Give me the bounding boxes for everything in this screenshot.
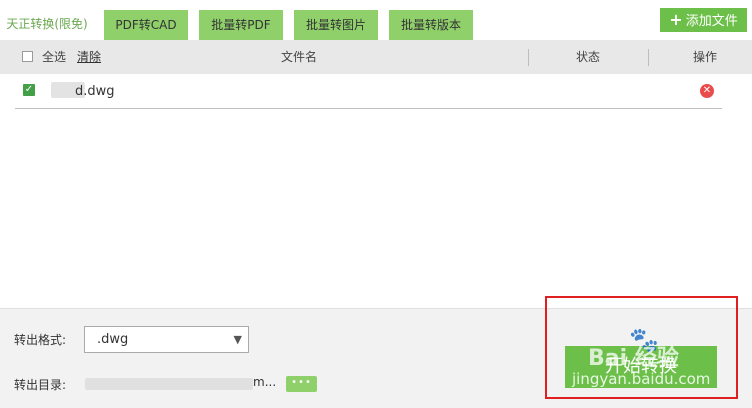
- tab-batch-image[interactable]: 批量转图片: [294, 10, 378, 40]
- add-file-label: 添加文件: [685, 14, 738, 29]
- column-divider: [528, 49, 529, 66]
- column-action: 操作: [693, 50, 718, 64]
- row-checkbox[interactable]: ✓: [23, 84, 35, 96]
- browse-directory-button[interactable]: •••: [286, 376, 317, 392]
- format-value: .dwg: [97, 332, 129, 347]
- clear-link[interactable]: 清除: [77, 40, 101, 74]
- chevron-down-icon: ▼: [233, 333, 242, 346]
- tab-bar: 天正转换(限免) PDF转CAD 批量转PDF 批量转图片 批量转版本 + 添加文…: [0, 0, 752, 40]
- dir-label: 转出目录:: [14, 378, 67, 392]
- column-status: 状态: [576, 50, 601, 64]
- row-filename: d.dwg: [75, 84, 115, 99]
- tab-batch-version[interactable]: 批量转版本: [389, 10, 473, 40]
- table-row: ✓ d.dwg: [15, 75, 722, 109]
- select-all-label: 全选: [42, 50, 67, 64]
- directory-value: m...: [253, 375, 277, 389]
- delete-row-icon[interactable]: ✕: [700, 84, 714, 98]
- highlight-box: [545, 296, 738, 399]
- tab-tianzheng[interactable]: 天正转换(限免): [0, 8, 94, 40]
- plus-icon: +: [669, 10, 683, 29]
- format-select[interactable]: .dwg ▼: [84, 326, 249, 353]
- blurred-directory: [85, 378, 253, 390]
- tab-batch-pdf[interactable]: 批量转PDF: [199, 10, 283, 40]
- column-divider: [648, 49, 649, 66]
- column-filename: 文件名: [281, 50, 318, 64]
- add-file-button[interactable]: + 添加文件: [660, 8, 747, 32]
- table-header: 全选 清除 文件名 状态 操作: [0, 40, 752, 74]
- format-label: 转出格式:: [14, 333, 67, 347]
- tab-pdf-to-cad[interactable]: PDF转CAD: [104, 10, 188, 40]
- select-all-checkbox[interactable]: [22, 51, 33, 62]
